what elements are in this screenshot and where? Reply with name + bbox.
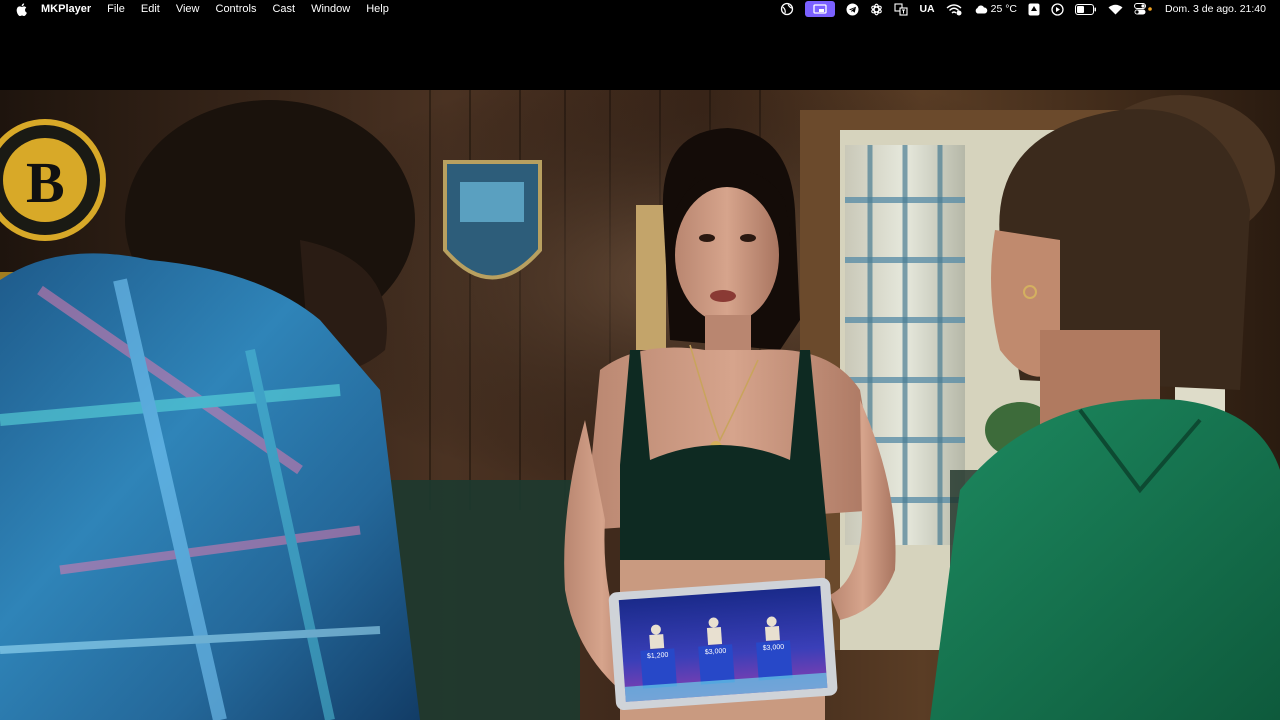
tablet-score-2: $3,000 xyxy=(705,648,727,656)
video-still-image: B $1,200 $3,000 $3,000 xyxy=(0,90,1280,720)
cast-screen-icon[interactable] xyxy=(805,0,836,18)
tablet-score-3: $3,000 xyxy=(763,644,785,652)
weather-temperature: 25 °C xyxy=(990,3,1017,15)
arrow-up-box-icon[interactable] xyxy=(1028,0,1040,18)
app-name-menu[interactable]: MKPlayer xyxy=(41,3,91,15)
telegram-icon[interactable] xyxy=(846,0,859,18)
battery-icon[interactable] xyxy=(1075,0,1097,18)
menu-bar-clock[interactable]: Dom. 3 de ago. 21:40 xyxy=(1165,0,1266,18)
menu-controls[interactable]: Controls xyxy=(216,3,257,15)
keyboard-layout-indicator[interactable]: UA xyxy=(919,0,934,18)
weather-widget[interactable]: 25 °C xyxy=(974,0,1017,18)
video-frame[interactable]: B $1,200 $3,000 $3,000 xyxy=(0,90,1280,720)
status-menu-extras: UA 25 °C Dom. 3 de ago. 21:40 xyxy=(769,0,1280,18)
tablet-score-1: $1,200 xyxy=(647,652,669,660)
menu-help[interactable]: Help xyxy=(366,3,389,15)
weather-cloud-icon xyxy=(975,5,987,13)
vpn-globe-icon[interactable] xyxy=(780,0,794,18)
menu-edit[interactable]: Edit xyxy=(141,3,160,15)
control-center-icon[interactable] xyxy=(1134,0,1154,18)
menu-bar: MKPlayer File Edit View Controls Cast Wi… xyxy=(0,0,1280,18)
play-circle-icon[interactable] xyxy=(1051,0,1064,18)
wifi-icon[interactable] xyxy=(1108,0,1123,18)
svg-text:B: B xyxy=(26,150,65,215)
menu-file[interactable]: File xyxy=(107,3,125,15)
chatgpt-icon[interactable] xyxy=(870,0,883,18)
menu-window[interactable]: Window xyxy=(311,3,350,15)
menu-view[interactable]: View xyxy=(176,3,200,15)
wifi-calling-icon[interactable] xyxy=(946,0,963,18)
player-window: B $1,200 $3,000 $3,000 xyxy=(0,18,1280,720)
menu-cast[interactable]: Cast xyxy=(272,3,295,15)
translate-icon[interactable] xyxy=(894,0,908,18)
apple-menu-icon[interactable] xyxy=(13,0,29,18)
